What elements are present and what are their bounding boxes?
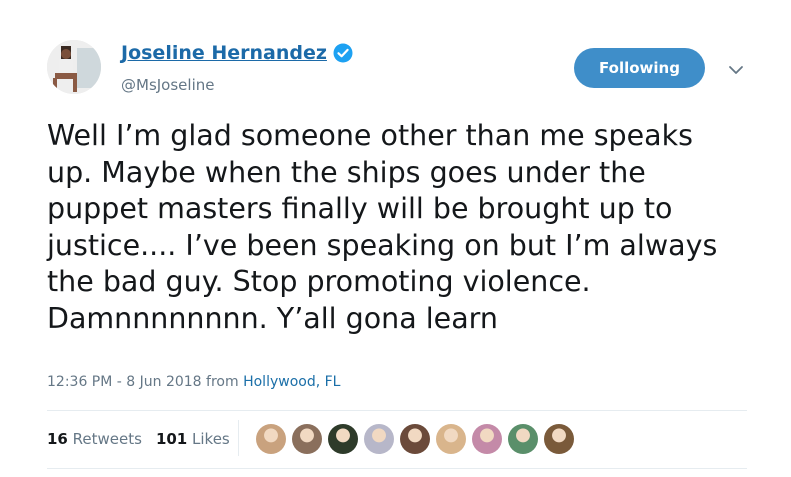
divider-top [47,410,747,411]
liker-avatar[interactable] [400,424,430,454]
tweet-line: the bad guy. Stop promoting violence. [47,265,591,298]
tweet-line: Damnnnnnnnn. Y’all gona learn [47,301,498,335]
tweet-timestamp[interactable]: 12:36 PM - 8 Jun 2018 [47,374,202,390]
avatar[interactable] [47,40,101,94]
likes-stat[interactable]: 101 Likes [156,430,230,448]
tweet-line: up. Maybe when the ships goes under the [47,155,646,189]
tweet-line: justice.... I’ve been speaking on but I’… [47,228,718,262]
from-label: from [206,374,239,390]
tweet-line: Well I’m glad someone other than me spea… [47,119,693,152]
likers-avatars [256,424,580,454]
user-handle[interactable]: @MsJoseline [121,76,214,94]
verified-badge-icon [333,43,353,63]
avatar-image [47,40,101,94]
user-name-row: Joseline Hernandez [121,42,353,64]
tweet-location-link[interactable]: Hollywood, FL [243,374,340,390]
likes-label: Likes [192,430,230,448]
stats-separator [238,420,239,456]
tweet-line: puppet masters finally will be brought u… [47,192,673,225]
liker-avatar[interactable] [436,424,466,454]
liker-avatar[interactable] [292,424,322,454]
tweet-meta: 12:36 PM - 8 Jun 2018 from Hollywood, FL [47,374,340,390]
liker-avatar[interactable] [364,424,394,454]
liker-avatar[interactable] [472,424,502,454]
retweets-label: Retweets [72,430,142,448]
display-name[interactable]: Joseline Hernandez [121,42,327,64]
retweets-count: 16 [47,430,68,448]
likes-count: 101 [155,430,188,448]
following-button[interactable]: Following [574,48,705,88]
liker-avatar[interactable] [256,424,286,454]
liker-avatar[interactable] [508,424,538,454]
chevron-down-icon[interactable] [728,61,744,74]
liker-avatar[interactable] [544,424,574,454]
tweet-text: Well I’m glad someone other than me spea… [47,118,767,337]
retweets-stat[interactable]: 16 Retweets [47,430,142,448]
liker-avatar[interactable] [328,424,358,454]
divider-bottom [47,468,747,469]
tweet-stats: 16 Retweets 101 Likes [47,430,230,448]
